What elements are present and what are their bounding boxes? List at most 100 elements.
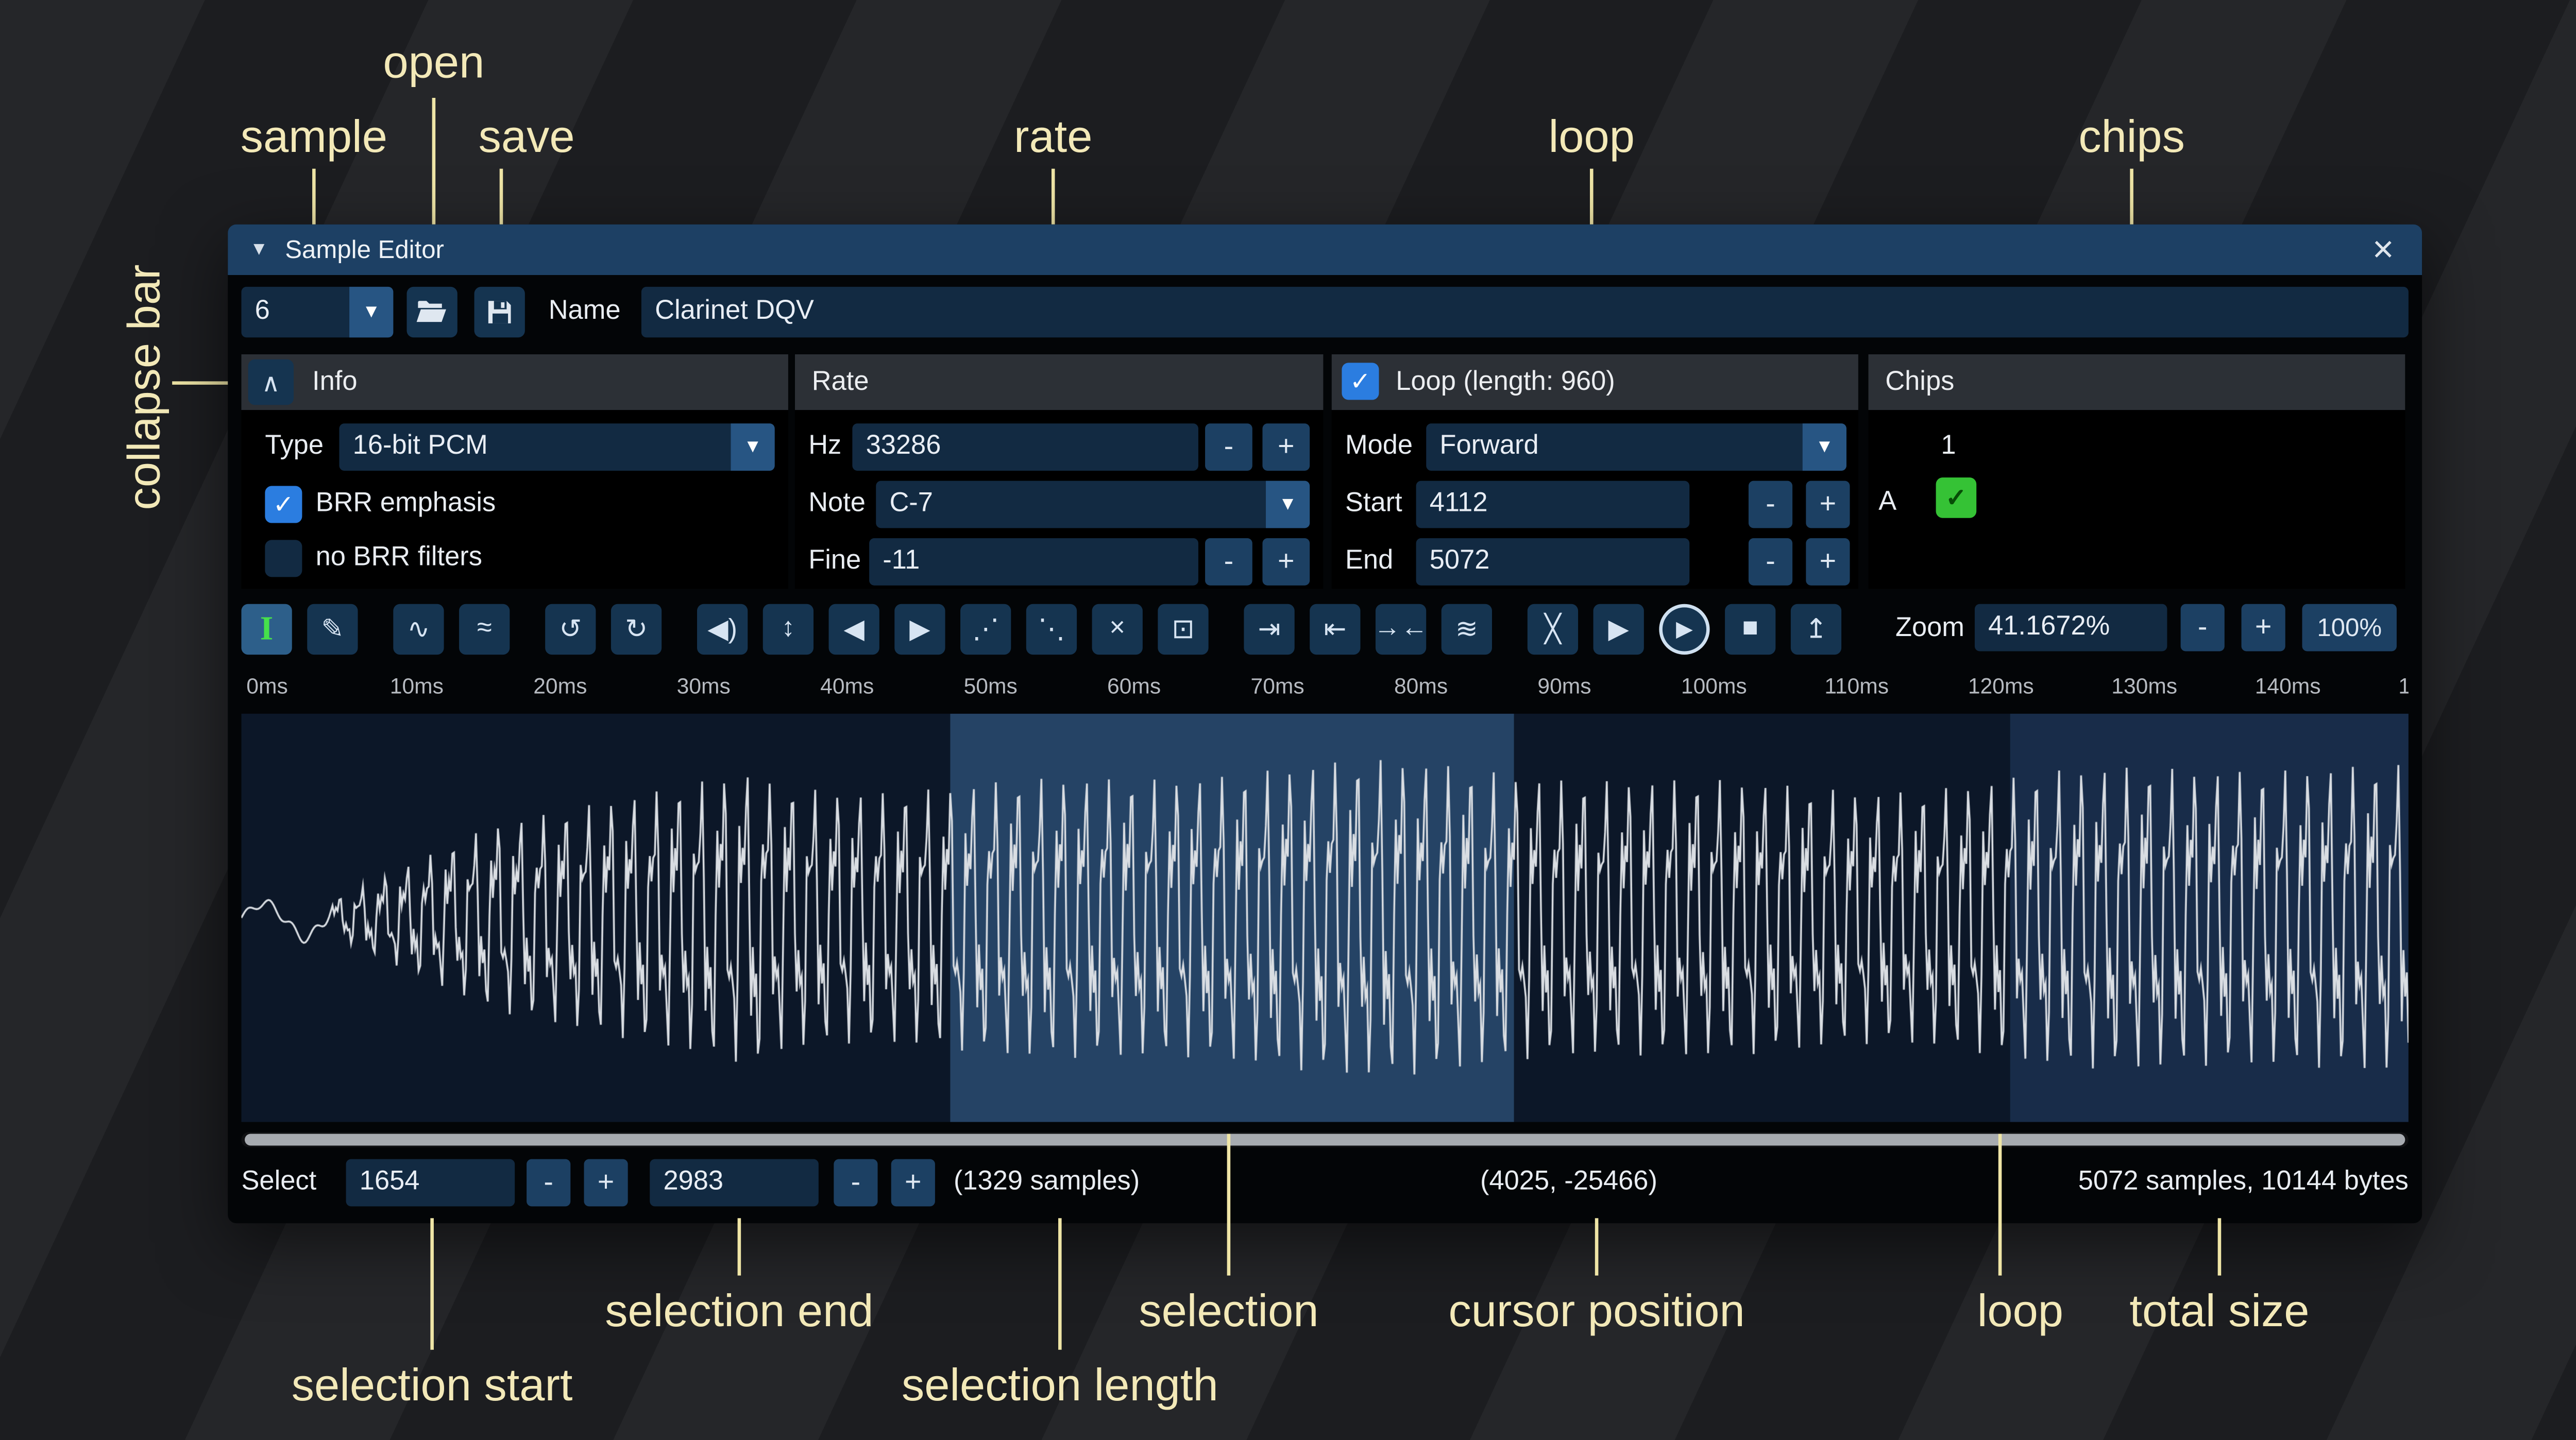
- zoom-input-value: 41.1672%: [1988, 612, 2110, 643]
- timeline-label: 60ms: [1107, 673, 1161, 698]
- zoom-reset-button[interactable]: 100%: [2302, 604, 2396, 652]
- annotation-chips: chips: [2078, 111, 2184, 164]
- zoom-plus-button[interactable]: +: [2242, 604, 2285, 652]
- select-tool-button[interactable]: I: [241, 604, 292, 655]
- annotation-save: save: [479, 111, 575, 164]
- zoom-label: Zoom: [1895, 606, 1964, 653]
- annotation-line-selection-length: [1058, 1218, 1062, 1350]
- chips-title: Chips: [1885, 367, 1954, 398]
- title-bar[interactable]: ▼ Sample Editor ×: [228, 225, 2422, 275]
- resize-button[interactable]: ∿: [393, 604, 444, 655]
- loop-end-minus-button[interactable]: -: [1749, 538, 1792, 586]
- rate-header: Rate: [795, 354, 1323, 410]
- resample-button[interactable]: ≈: [459, 604, 510, 655]
- redo-button[interactable]: ↻: [611, 604, 662, 655]
- open-button[interactable]: [407, 287, 457, 337]
- chevron-down-icon[interactable]: ▼: [1803, 423, 1846, 471]
- annotation-selection: selection: [1139, 1285, 1318, 1338]
- timeline-label: 100ms: [1681, 673, 1747, 698]
- fade-in-button[interactable]: ⋰: [960, 604, 1011, 655]
- normalize-button[interactable]: ↕: [763, 604, 814, 655]
- page-background: open sample save rate loop chips collaps…: [0, 0, 2576, 1440]
- note-select[interactable]: C-7 ▼: [876, 481, 1310, 528]
- selection-end-minus-button[interactable]: -: [834, 1159, 877, 1207]
- selection-start-plus-button[interactable]: +: [584, 1159, 628, 1207]
- timeline[interactable]: 0ms10ms20ms30ms40ms50ms60ms70ms80ms90ms1…: [241, 666, 2408, 707]
- selection-start-input[interactable]: 1654: [346, 1159, 515, 1207]
- amplify-button[interactable]: ◀): [697, 604, 748, 655]
- close-icon[interactable]: ×: [2361, 225, 2405, 275]
- loop-end-plus-button[interactable]: +: [1806, 538, 1850, 586]
- brr-emphasis-checkbox[interactable]: ✓: [265, 486, 302, 523]
- chevron-down-icon[interactable]: ▼: [349, 287, 393, 337]
- draw-tool-button[interactable]: ✎: [307, 604, 358, 655]
- no-brr-filters-label: no BRR filters: [316, 535, 482, 582]
- name-input[interactable]: Clarinet DQV: [641, 287, 2409, 337]
- loop-end-input[interactable]: 5072: [1416, 538, 1690, 586]
- preview-button[interactable]: ▶: [1594, 604, 1644, 655]
- loop-enable-checkbox[interactable]: ✓: [1342, 363, 1379, 400]
- timeline-label: 20ms: [533, 673, 587, 698]
- hz-input[interactable]: 33286: [852, 423, 1198, 471]
- create-wavetable-button[interactable]: ↥: [1791, 604, 1841, 655]
- silence-button[interactable]: ×: [1092, 604, 1143, 655]
- waveform-canvas[interactable]: [241, 714, 2408, 1122]
- hz-plus-button[interactable]: +: [1262, 423, 1310, 471]
- loop-start-minus-button[interactable]: -: [1749, 481, 1792, 528]
- preview-loop-button[interactable]: ▶: [1659, 604, 1709, 655]
- selection-start-minus-button[interactable]: -: [527, 1159, 570, 1207]
- annotation-selection-end: selection end: [605, 1285, 873, 1338]
- selection-end-plus-button[interactable]: +: [891, 1159, 935, 1207]
- name-label: Name: [549, 288, 621, 336]
- selection-end-input[interactable]: 2983: [650, 1159, 819, 1207]
- chevron-down-icon[interactable]: ▼: [731, 423, 775, 471]
- hz-minus-button[interactable]: -: [1205, 423, 1252, 471]
- waveform-scrollbar[interactable]: [241, 1132, 2408, 1147]
- reverse-button[interactable]: ◀: [829, 604, 879, 655]
- zoom-minus-button[interactable]: -: [2181, 604, 2225, 652]
- name-input-value: Clarinet DQV: [655, 297, 814, 328]
- collapse-bar-button[interactable]: ∧: [248, 359, 294, 405]
- type-select[interactable]: 16-bit PCM ▼: [339, 423, 774, 471]
- annotation-selection-length: selection length: [902, 1360, 1218, 1412]
- annotation-line-loop-bottom: [1998, 1134, 2002, 1275]
- apply-button[interactable]: ⇤: [1310, 604, 1360, 655]
- crossfade-button[interactable]: ╳: [1528, 604, 1578, 655]
- check-icon: ✓: [1350, 366, 1371, 397]
- waveform-view: [241, 714, 2408, 1122]
- chevron-up-icon: ∧: [262, 367, 280, 398]
- scrollbar-thumb[interactable]: [245, 1134, 2405, 1145]
- chips-panel: Chips 1 A ✓: [1869, 354, 2405, 589]
- chip-enable-checkbox[interactable]: ✓: [1936, 477, 1977, 518]
- fine-input[interactable]: -11: [869, 538, 1198, 586]
- loop-mode-select[interactable]: Forward ▼: [1426, 423, 1846, 471]
- sample-select[interactable]: 6 ▼: [241, 287, 393, 337]
- undo-button[interactable]: ↺: [545, 604, 596, 655]
- timeline-label: 80ms: [1394, 673, 1448, 698]
- trim-button[interactable]: ⊡: [1158, 604, 1208, 655]
- loop-start-plus-button[interactable]: +: [1806, 481, 1850, 528]
- zoom-input[interactable]: 41.1672%: [1975, 604, 2167, 652]
- fine-plus-button[interactable]: +: [1262, 538, 1310, 586]
- insert-button[interactable]: ⇥: [1244, 604, 1294, 655]
- timeline-label: 90ms: [1537, 673, 1591, 698]
- fade-out-button[interactable]: ⋱: [1026, 604, 1077, 655]
- chevron-down-icon[interactable]: ▼: [1266, 481, 1310, 528]
- select-label: Select: [241, 1159, 316, 1207]
- total-size-text: 5072 samples, 10144 bytes: [2078, 1159, 2409, 1207]
- selection-end-value: 2983: [663, 1168, 723, 1198]
- annotation-line-cursor-position: [1595, 1218, 1599, 1275]
- annotation-selection-start: selection start: [292, 1360, 573, 1412]
- invert-button[interactable]: ▶: [894, 604, 945, 655]
- no-brr-filters-checkbox[interactable]: [265, 540, 302, 577]
- filter-button[interactable]: ≋: [1442, 604, 1492, 655]
- type-label: Type: [265, 423, 324, 471]
- loop-start-value: 4112: [1430, 489, 1488, 520]
- loop-end-value: 5072: [1430, 546, 1490, 577]
- fine-minus-button[interactable]: -: [1205, 538, 1252, 586]
- downmix-button[interactable]: →←: [1376, 604, 1426, 655]
- stop-button[interactable]: ■: [1725, 604, 1775, 655]
- window-collapse-icon[interactable]: ▼: [250, 239, 268, 260]
- loop-start-input[interactable]: 4112: [1416, 481, 1690, 528]
- save-button[interactable]: [474, 287, 525, 337]
